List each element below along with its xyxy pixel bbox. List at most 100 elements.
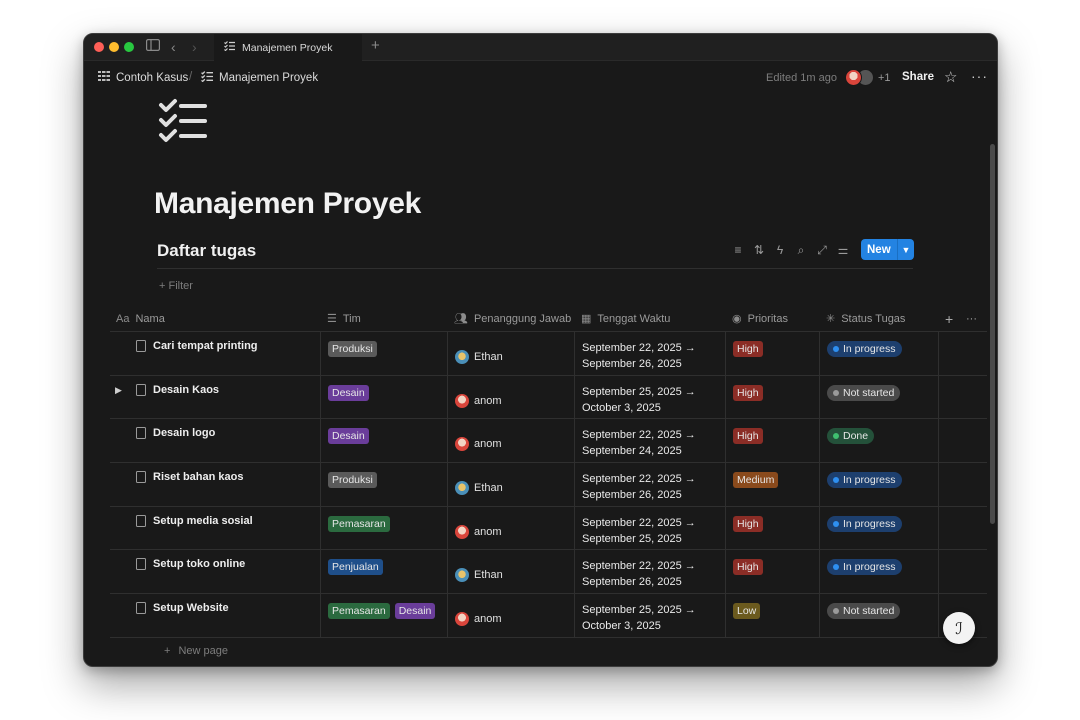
team-cell[interactable]: Produksi [321,332,448,375]
name-cell[interactable]: Riset bahan kaos [136,463,316,506]
star-icon[interactable]: ☆ [944,68,957,86]
team-cell[interactable]: Desain [321,419,448,462]
column-header-status-tugas[interactable]: ✳ Status Tugas [820,305,905,332]
status-dot-icon [833,520,839,527]
name-cell[interactable]: Desain logo [136,419,316,462]
scrollbar[interactable] [990,144,995,524]
column-header-tim[interactable]: ☰ Tim [321,305,361,332]
column-header-prioritas[interactable]: ◉ Prioritas [726,305,788,332]
minimize-window-button[interactable] [109,42,119,52]
due-date-cell[interactable]: September 22, 2025 → September 24, 2025 [575,419,726,462]
new-tab-icon[interactable]: + [371,38,380,54]
status-cell[interactable]: In progress [820,507,939,550]
column-header-tenggat-waktu[interactable]: ▦ Tenggat Waktu [575,305,670,332]
assignee-cell[interactable]: Ethan [448,332,575,375]
due-date-cell[interactable]: September 25, 2025 → October 3, 2025 [575,594,726,637]
collaborator-avatars[interactable] [845,69,877,87]
table-icon [98,71,110,84]
maximize-window-button[interactable] [124,42,134,52]
team-cell[interactable]: Pemasaran Desain [321,594,448,637]
status-cell[interactable]: Done [820,419,939,462]
name-cell[interactable]: Desain Kaos [136,376,316,419]
task-name: Setup media sosial [153,514,253,527]
name-cell[interactable]: Setup media sosial [136,507,316,550]
column-header-nama[interactable]: Aa Nama [110,305,165,332]
chevron-down-icon[interactable]: ▼ [897,239,914,260]
status-cell[interactable]: In progress [820,332,939,375]
assignee-cell[interactable]: Ethan [448,463,575,506]
page-title[interactable]: Manajemen Proyek [154,187,421,221]
status-cell[interactable]: Not started [820,376,939,419]
more-options-icon[interactable]: ··· [960,305,977,332]
expand-icon[interactable]: ⤢ [816,243,828,258]
tab-manajemen-proyek[interactable]: Manajemen Proyek [214,34,362,61]
name-cell[interactable]: Setup Website [136,594,316,637]
status-cell[interactable]: Not started [820,594,939,637]
name-cell[interactable]: Setup toko online [136,550,316,593]
table-row[interactable]: Setup Website Pemasaran Desain anom Septembe… [110,594,987,638]
column-header-penanggung-jawab[interactable]: 👥︎ Penanggung Jawab [448,305,571,332]
priority-cell[interactable]: Low [726,594,820,637]
forward-icon[interactable]: › [192,39,197,55]
assignee-cell[interactable]: anom [448,594,575,637]
team-cell[interactable]: Penjualan [321,550,448,593]
status-cell[interactable]: In progress [820,463,939,506]
more-options-icon[interactable]: ··· [971,68,988,84]
team-cell[interactable]: Produksi [321,463,448,506]
sidebar-toggle-icon[interactable] [146,39,161,55]
due-date-cell[interactable]: September 22, 2025 → September 26, 2025 [575,463,726,506]
column-label: Status Tugas [841,312,906,325]
team-cell[interactable]: Pemasaran [321,507,448,550]
due-date-cell[interactable]: September 22, 2025 → September 25, 2025 [575,507,726,550]
breadcrumb-label: Contoh Kasus [116,71,189,84]
priority-cell[interactable]: Medium [726,463,820,506]
status-badge: In progress [827,472,902,489]
status-cell[interactable]: In progress [820,550,939,593]
breadcrumb-item-manajemen-proyek[interactable]: Manajemen Proyek [201,71,318,85]
new-button[interactable]: New ▼ [861,239,914,260]
assignee-cell[interactable]: anom [448,507,575,550]
date-end: September 26, 2025 [582,576,682,589]
name-cell[interactable]: Cari tempat printing [136,332,316,375]
table-row[interactable]: Setup toko online Penjualan Ethan September… [110,550,987,595]
assignee-name: Ethan [474,569,503,582]
due-date-cell[interactable]: September 25, 2025 → October 3, 2025 [575,376,726,419]
table-row[interactable]: ▶ Desain Kaos Desain anom September 25, 2025… [110,375,987,420]
date-end: October 3, 2025 [582,620,661,633]
add-column-icon[interactable]: + [939,305,953,332]
expand-toggle-icon[interactable]: ▶ [115,385,122,396]
table-row[interactable]: Setup media sosial Pemasaran anom September… [110,506,987,551]
list-icon: ☰ [327,313,337,325]
database-title[interactable]: Daftar tugas [157,241,256,261]
new-page-button[interactable]: + New page [164,645,228,657]
automation-icon[interactable]: ϟ [774,243,786,258]
status-label: In progress [843,561,896,574]
team-cell[interactable]: Desain [321,376,448,419]
priority-cell[interactable]: High [726,376,820,419]
assignee-cell[interactable]: anom [448,376,575,419]
priority-cell[interactable]: High [726,550,820,593]
filter-icon[interactable]: ≡ [732,243,744,258]
table-row[interactable]: Riset bahan kaos Produksi Ethan September 2… [110,463,987,507]
share-button[interactable]: Share [902,71,934,83]
page-topbar: Contoh Kasus / Manajemen Proyek Edited 1… [84,62,997,94]
settings-icon[interactable]: ⚌ [837,243,849,258]
help-button[interactable]: ℐ [943,612,975,644]
assignee-cell[interactable]: anom [448,419,575,462]
priority-cell[interactable]: High [726,332,820,375]
close-window-button[interactable] [94,42,104,52]
assignee-cell[interactable]: Ethan [448,550,575,593]
due-date-cell[interactable]: September 22, 2025 → September 26, 2025 [575,550,726,593]
table-row[interactable]: Cari tempat printing Produksi Ethan Septemb… [110,332,987,376]
back-icon[interactable]: ‹ [171,39,176,55]
status-dot-icon [833,346,839,352]
priority-cell[interactable]: High [726,419,820,462]
table-row[interactable]: Desain logo Desain anom September 22, 2025 … [110,419,987,464]
breadcrumb-item-contoh-kasus[interactable]: Contoh Kasus [98,71,188,84]
page-checklist-icon[interactable] [157,98,209,149]
due-date-cell[interactable]: September 22, 2025 → September 26, 2025 [575,332,726,375]
search-icon[interactable]: ⌕ [795,243,807,258]
sort-icon[interactable]: ⇅ [753,243,765,258]
priority-cell[interactable]: High [726,507,820,550]
add-filter-button[interactable]: + Filter [159,280,193,292]
